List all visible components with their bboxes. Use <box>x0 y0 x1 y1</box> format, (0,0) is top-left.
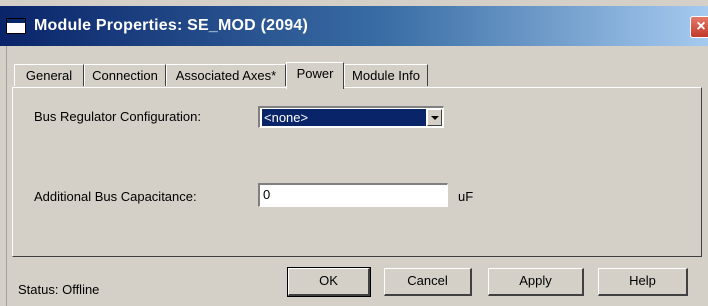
bus-capacitance-input[interactable]: 0 <box>258 183 448 207</box>
window-title: Module Properties: SE_MOD (2094) <box>34 17 309 34</box>
bus-capacitance-unit: uF <box>458 189 474 204</box>
status-text: Status: Offline <box>18 282 100 297</box>
tab-power[interactable]: Power <box>286 62 344 89</box>
bus-regulator-selected-value: <none> <box>262 109 426 126</box>
close-icon[interactable]: × <box>690 16 708 38</box>
tab-general[interactable]: General <box>14 64 84 86</box>
bus-regulator-label: Bus Regulator Configuration: <box>34 109 201 124</box>
window-icon <box>6 18 26 34</box>
module-properties-dialog: Module Properties: SE_MOD (2094) × Gener… <box>0 0 708 306</box>
window-left-border <box>0 46 7 306</box>
bus-regulator-select[interactable]: <none> <box>258 106 444 128</box>
tab-connection[interactable]: Connection <box>84 64 166 86</box>
ok-button[interactable]: OK <box>287 267 371 297</box>
title-bar[interactable]: Module Properties: SE_MOD (2094) × <box>0 6 708 46</box>
chevron-down-icon[interactable] <box>427 109 442 126</box>
apply-button[interactable]: Apply <box>488 268 584 296</box>
tab-associated-axes[interactable]: Associated Axes* <box>166 64 286 86</box>
cancel-button[interactable]: Cancel <box>384 268 472 296</box>
tab-module-info[interactable]: Module Info <box>344 64 428 86</box>
bus-capacitance-label: Additional Bus Capacitance: <box>34 189 197 204</box>
help-button[interactable]: Help <box>598 268 688 296</box>
